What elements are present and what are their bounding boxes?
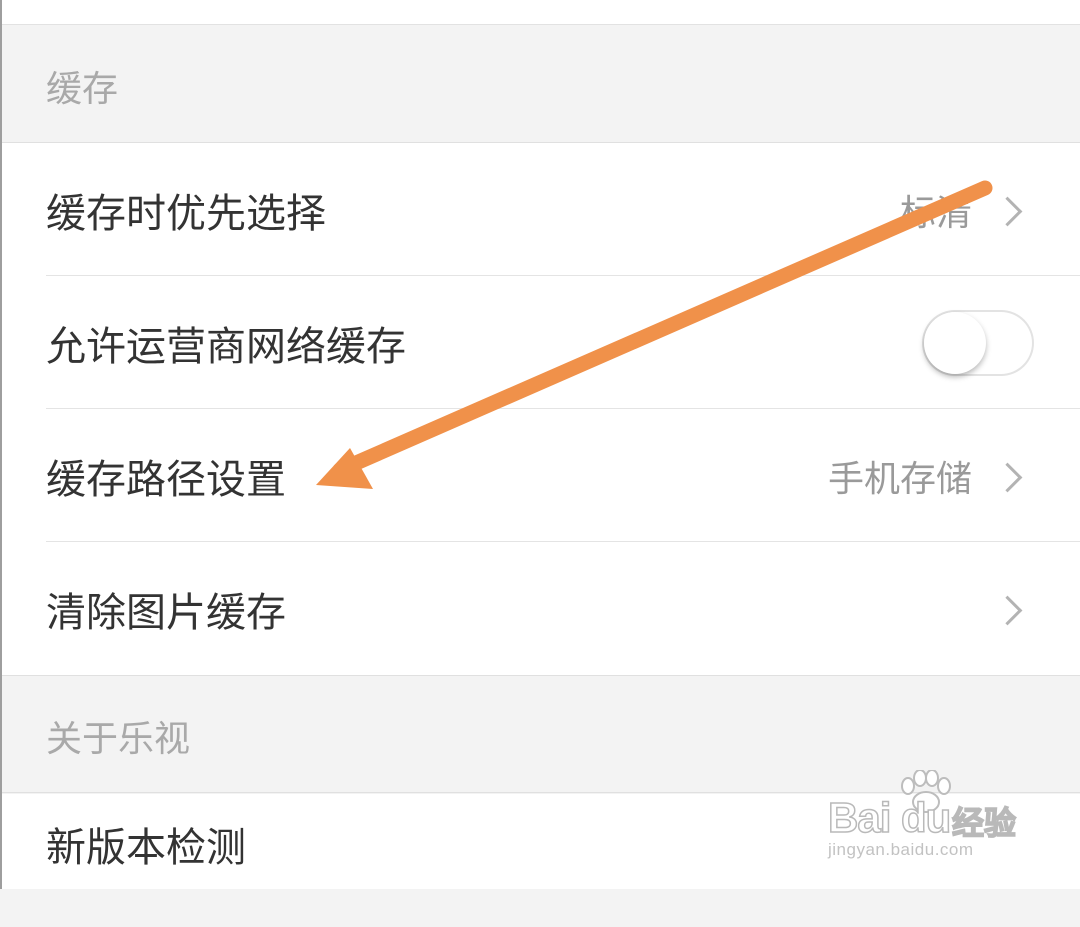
- settings-row-cache-path[interactable]: 缓存路径设置 手机存储: [0, 409, 1080, 542]
- settings-group-cache: 缓存时优先选择 标清 允许运营商网络缓存 缓存路径设置 手机存储 清除图片缓存: [0, 143, 1080, 675]
- row-label: 新版本检测: [46, 825, 246, 871]
- row-label: 允许运营商网络缓存: [46, 323, 406, 370]
- watermark-sub: 经验: [951, 803, 1017, 843]
- settings-row-carrier-cache: 允许运营商网络缓存: [0, 276, 1080, 409]
- screen-edge: [0, 0, 2, 889]
- top-spacer: [0, 0, 1080, 25]
- settings-row-clear-image-cache[interactable]: 清除图片缓存: [0, 542, 1080, 675]
- row-label: 缓存时优先选择: [46, 190, 326, 237]
- section-title: 关于乐视: [46, 719, 191, 761]
- carrier-cache-toggle[interactable]: [922, 309, 1034, 376]
- chevron-right-icon: [992, 595, 1023, 625]
- settings-row-cache-priority[interactable]: 缓存时优先选择 标清: [0, 143, 1080, 276]
- toggle-knob: [924, 311, 986, 374]
- row-value: 标清: [899, 192, 972, 234]
- row-label: 清除图片缓存: [46, 589, 286, 636]
- row-label: 缓存路径设置: [46, 456, 286, 503]
- chevron-right-icon: [992, 196, 1023, 226]
- watermark-url: jingyan.baidu.com: [828, 840, 974, 859]
- section-header-cache: 缓存: [0, 25, 1080, 143]
- watermark-brand: Bai du: [827, 793, 952, 842]
- section-title: 缓存: [46, 68, 119, 110]
- chevron-right-icon: [992, 462, 1023, 492]
- watermark: Bai du 经验 jingyan.baidu.com: [826, 770, 1026, 870]
- row-value: 手机存储: [827, 458, 972, 500]
